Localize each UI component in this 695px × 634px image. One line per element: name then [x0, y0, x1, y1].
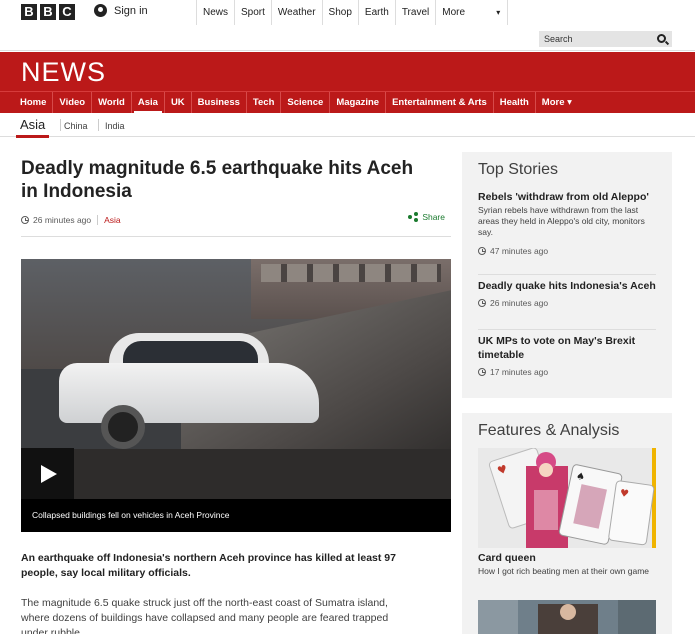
nav-science[interactable]: Science: [281, 92, 331, 113]
top-nav-more[interactable]: More: [436, 0, 509, 25]
top-nav-news[interactable]: News: [197, 0, 236, 25]
feature-image-second[interactable]: [478, 600, 656, 634]
article-meta: 26 minutes ago Asia Share: [21, 212, 451, 228]
feature-image-playing-cards[interactable]: ♥ ♠ ♥: [478, 448, 656, 548]
top-story-item[interactable]: Rebels 'withdraw from old Aleppo' Syrian…: [478, 190, 658, 256]
top-nav-weather[interactable]: Weather: [272, 0, 323, 25]
nav-home[interactable]: Home: [14, 92, 54, 113]
bbc-logo-block-c: C: [59, 4, 75, 20]
clock-icon: [478, 247, 486, 255]
story-divider: [478, 329, 656, 330]
play-button[interactable]: [21, 448, 74, 499]
video-player[interactable]: [21, 259, 451, 499]
clock-icon: [478, 299, 486, 307]
top-nav-sport[interactable]: Sport: [235, 0, 272, 25]
sign-in-link[interactable]: Sign in: [94, 4, 148, 17]
sub-nav: Asia China India: [0, 113, 695, 138]
clock-icon: [478, 368, 486, 376]
article-lead: An earthquake off Indonesia's northern A…: [21, 552, 396, 579]
story-divider: [478, 274, 656, 275]
top-story-time: 17 minutes ago: [490, 367, 549, 377]
features-panel: Features & Analysis ♥ ♠ ♥ Card queen How…: [462, 413, 672, 634]
top-nav-travel[interactable]: Travel: [396, 0, 437, 25]
top-stories-heading: Top Stories: [478, 161, 559, 178]
nav-uk[interactable]: UK: [165, 92, 192, 113]
sub-nav-divider: [60, 119, 61, 131]
playing-cards-illustration: ♥ ♠ ♥: [478, 448, 656, 548]
chevron-down-icon: ▾: [567, 97, 572, 108]
article-timestamp: 26 minutes ago: [33, 215, 92, 225]
share-icon: [408, 212, 419, 222]
user-icon: [94, 4, 107, 17]
search-input[interactable]: Search: [539, 31, 672, 47]
nav-business[interactable]: Business: [192, 92, 247, 113]
share-button[interactable]: Share: [408, 212, 445, 222]
nav-magazine[interactable]: Magazine: [330, 92, 387, 113]
clock-icon: [21, 216, 29, 224]
bbc-logo[interactable]: B B C: [21, 4, 75, 20]
top-story-title[interactable]: Rebels 'withdraw from old Aleppo': [478, 190, 658, 204]
nav-tech[interactable]: Tech: [247, 92, 282, 113]
nav-entertainment-arts[interactable]: Entertainment & Arts: [386, 92, 494, 113]
top-story-time: 26 minutes ago: [490, 298, 549, 308]
nav-asia[interactable]: Asia: [132, 92, 165, 114]
feature-title[interactable]: Card queen: [478, 552, 536, 564]
top-story-title[interactable]: UK MPs to vote on May's Brexit timetable: [478, 334, 658, 362]
bbc-logo-block-b2: B: [40, 4, 56, 20]
search-icon[interactable]: [657, 34, 666, 43]
sub-nav-india[interactable]: India: [105, 121, 125, 131]
top-nav-earth[interactable]: Earth: [359, 0, 396, 25]
top-story-item[interactable]: Deadly quake hits Indonesia's Aceh 26 mi…: [478, 279, 658, 308]
nav-health[interactable]: Health: [494, 92, 536, 113]
meta-rule: [21, 236, 451, 237]
feature-second-illustration: [478, 600, 656, 634]
sub-nav-current-asia[interactable]: Asia: [16, 117, 50, 138]
video-caption: Collapsed buildings fell on vehicles in …: [21, 499, 451, 532]
nav-world[interactable]: World: [92, 92, 132, 113]
bbc-top-bar: B B C Sign in News Sport Weather Shop Ea…: [0, 0, 695, 51]
nav-more-label: More: [541, 97, 565, 108]
bbc-logo-block-b1: B: [21, 4, 37, 20]
sign-in-label: Sign in: [114, 4, 148, 17]
nav-video[interactable]: Video: [53, 92, 93, 113]
main-nav: Home Video World Asia UK Business Tech S…: [0, 91, 695, 114]
article-paragraph: The magnitude 6.5 quake struck just off …: [21, 597, 389, 634]
meta-divider: [97, 215, 99, 225]
news-logo[interactable]: NEWS: [21, 57, 106, 88]
features-heading: Features & Analysis: [478, 422, 620, 439]
svg-text:♥: ♥: [619, 488, 629, 500]
top-story-title[interactable]: Deadly quake hits Indonesia's Aceh: [478, 279, 658, 293]
sub-nav-divider: [98, 119, 99, 131]
nav-more[interactable]: More ▾: [536, 92, 578, 113]
article-headline: Deadly magnitude 6.5 earthquake hits Ace…: [21, 158, 414, 202]
feature-summary: How I got rich beating men at their own …: [478, 566, 650, 576]
video-still-ground: [21, 449, 451, 499]
search-placeholder: Search: [544, 34, 573, 44]
top-nav: News Sport Weather Shop Earth Travel Mor…: [196, 0, 509, 25]
top-nav-shop[interactable]: Shop: [323, 0, 359, 25]
article-topic-link[interactable]: Asia: [104, 215, 121, 225]
top-story-summary: Syrian rebels have withdrawn from the la…: [478, 205, 645, 237]
video-still-car: [59, 333, 319, 449]
share-label: Share: [422, 212, 445, 222]
top-story-item[interactable]: UK MPs to vote on May's Brexit timetable…: [478, 334, 658, 377]
sub-nav-china[interactable]: China: [64, 121, 88, 131]
top-stories-panel: Top Stories Rebels 'withdraw from old Al…: [462, 152, 672, 398]
top-story-time: 47 minutes ago: [490, 246, 549, 256]
news-masthead: NEWS: [0, 52, 695, 91]
